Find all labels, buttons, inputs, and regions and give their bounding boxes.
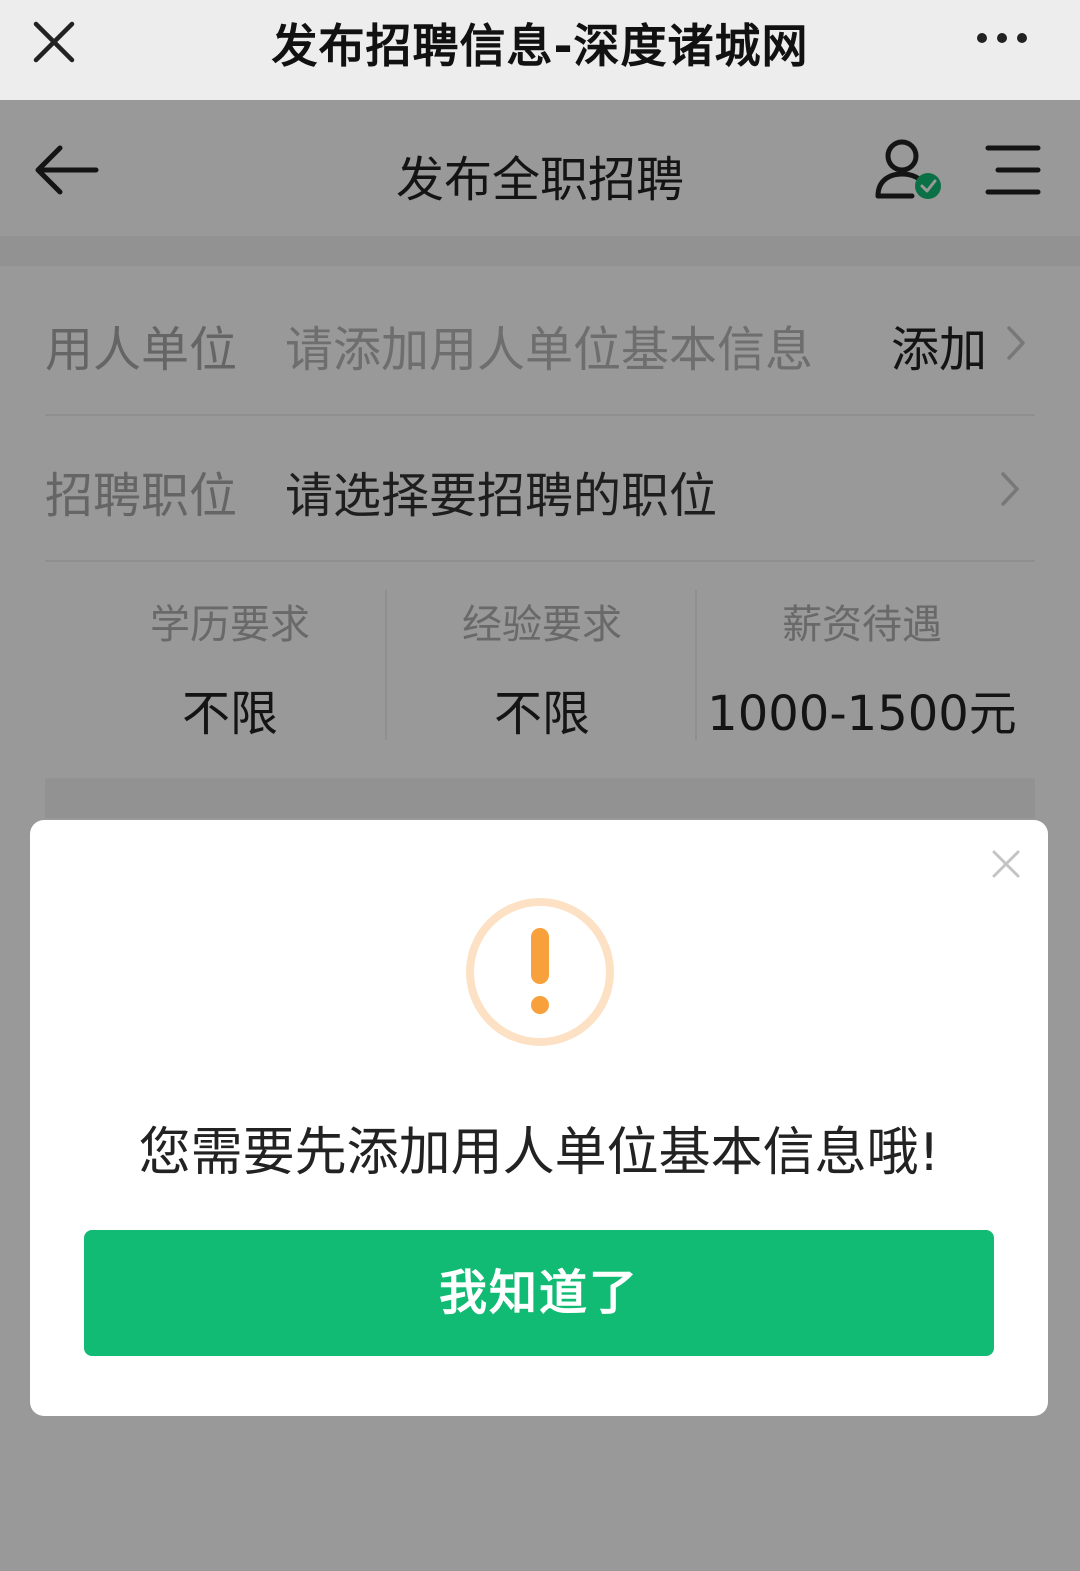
browser-title-bar: 发布招聘信息-深度诸城网 xyxy=(0,0,1080,100)
acknowledge-button[interactable]: 我知道了 xyxy=(84,1230,994,1356)
alert-dialog: 您需要先添加用人单位基本信息哦! 我知道了 xyxy=(30,820,1048,1416)
warning-icon xyxy=(466,898,614,1046)
more-icon[interactable] xyxy=(974,28,1030,48)
close-icon[interactable] xyxy=(992,850,1020,878)
dialog-message: 您需要先添加用人单位基本信息哦! xyxy=(138,1123,940,1183)
browser-title: 发布招聘信息-深度诸城网 xyxy=(271,19,809,73)
